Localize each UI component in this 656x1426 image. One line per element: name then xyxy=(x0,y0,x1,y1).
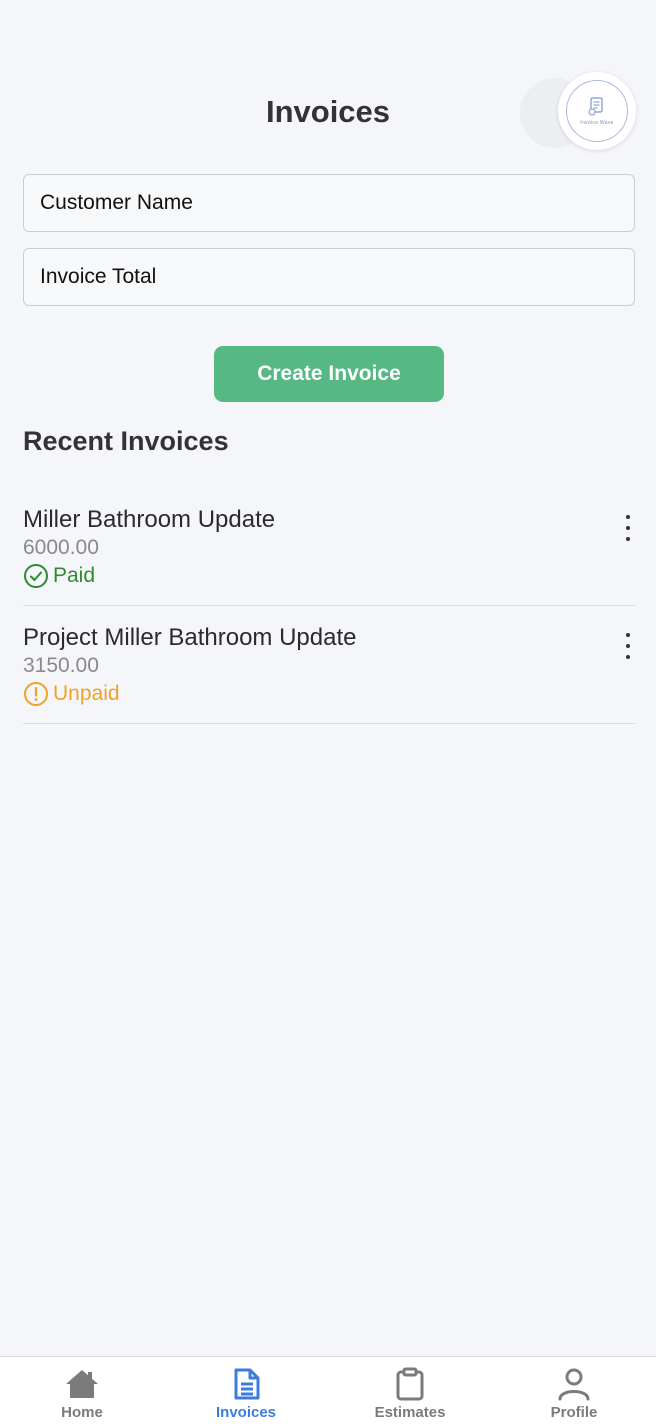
invoice-title: Miller Bathroom Update xyxy=(23,506,276,533)
invoice-list: Miller Bathroom Update 6000.00 Paid Proj… xyxy=(23,488,636,724)
invoice-amount: 6000.00 xyxy=(23,536,99,559)
invoice-status: Paid xyxy=(23,562,636,590)
invoice-logo-icon xyxy=(588,97,603,116)
clipboard-icon xyxy=(396,1367,424,1401)
check-circle-icon xyxy=(24,564,48,588)
more-options-icon[interactable] xyxy=(620,630,636,662)
tab-invoices-label: Invoices xyxy=(215,1404,277,1421)
tab-home[interactable]: Home xyxy=(0,1357,164,1426)
avatar[interactable]: Invoice Wave xyxy=(558,72,636,150)
tab-estimates-label: Estimates xyxy=(374,1404,446,1421)
recent-invoices-title: Recent Invoices xyxy=(23,426,229,456)
invoice-total-input[interactable] xyxy=(23,248,635,306)
invoices-screen: Invoices Invoice Wave Create Invoice R xyxy=(0,0,656,1426)
invoice-amount: 3150.00 xyxy=(23,654,99,677)
avatar-caption: Invoice Wave xyxy=(580,120,614,126)
person-icon xyxy=(558,1368,590,1401)
home-icon xyxy=(66,1370,98,1398)
tab-profile-label: Profile xyxy=(550,1404,598,1421)
tab-bar: Home Invoices Estimates Profile xyxy=(0,1356,656,1426)
invoice-status: Unpaid xyxy=(23,680,636,708)
more-options-icon[interactable] xyxy=(620,512,636,544)
avatar-button[interactable]: Invoice Wave xyxy=(520,72,636,150)
tab-profile[interactable]: Profile xyxy=(492,1357,656,1426)
header: Invoices Invoice Wave xyxy=(0,72,656,152)
customer-name-input[interactable] xyxy=(23,174,635,232)
tab-home-label: Home xyxy=(61,1404,103,1421)
create-invoice-button[interactable]: Create Invoice xyxy=(214,346,444,402)
invoice-row[interactable]: Project Miller Bathroom Update 3150.00 U… xyxy=(23,606,636,724)
document-icon xyxy=(234,1368,260,1400)
invoice-status-label: Paid xyxy=(53,564,96,587)
tab-invoices[interactable]: Invoices xyxy=(164,1357,328,1426)
invoice-row[interactable]: Miller Bathroom Update 6000.00 Paid xyxy=(23,488,636,606)
avatar-logo: Invoice Wave xyxy=(566,80,628,142)
invoice-title: Project Miller Bathroom Update xyxy=(23,624,357,651)
invoice-status-label: Unpaid xyxy=(53,682,120,705)
alert-circle-icon xyxy=(24,682,48,706)
tab-estimates[interactable]: Estimates xyxy=(328,1357,492,1426)
